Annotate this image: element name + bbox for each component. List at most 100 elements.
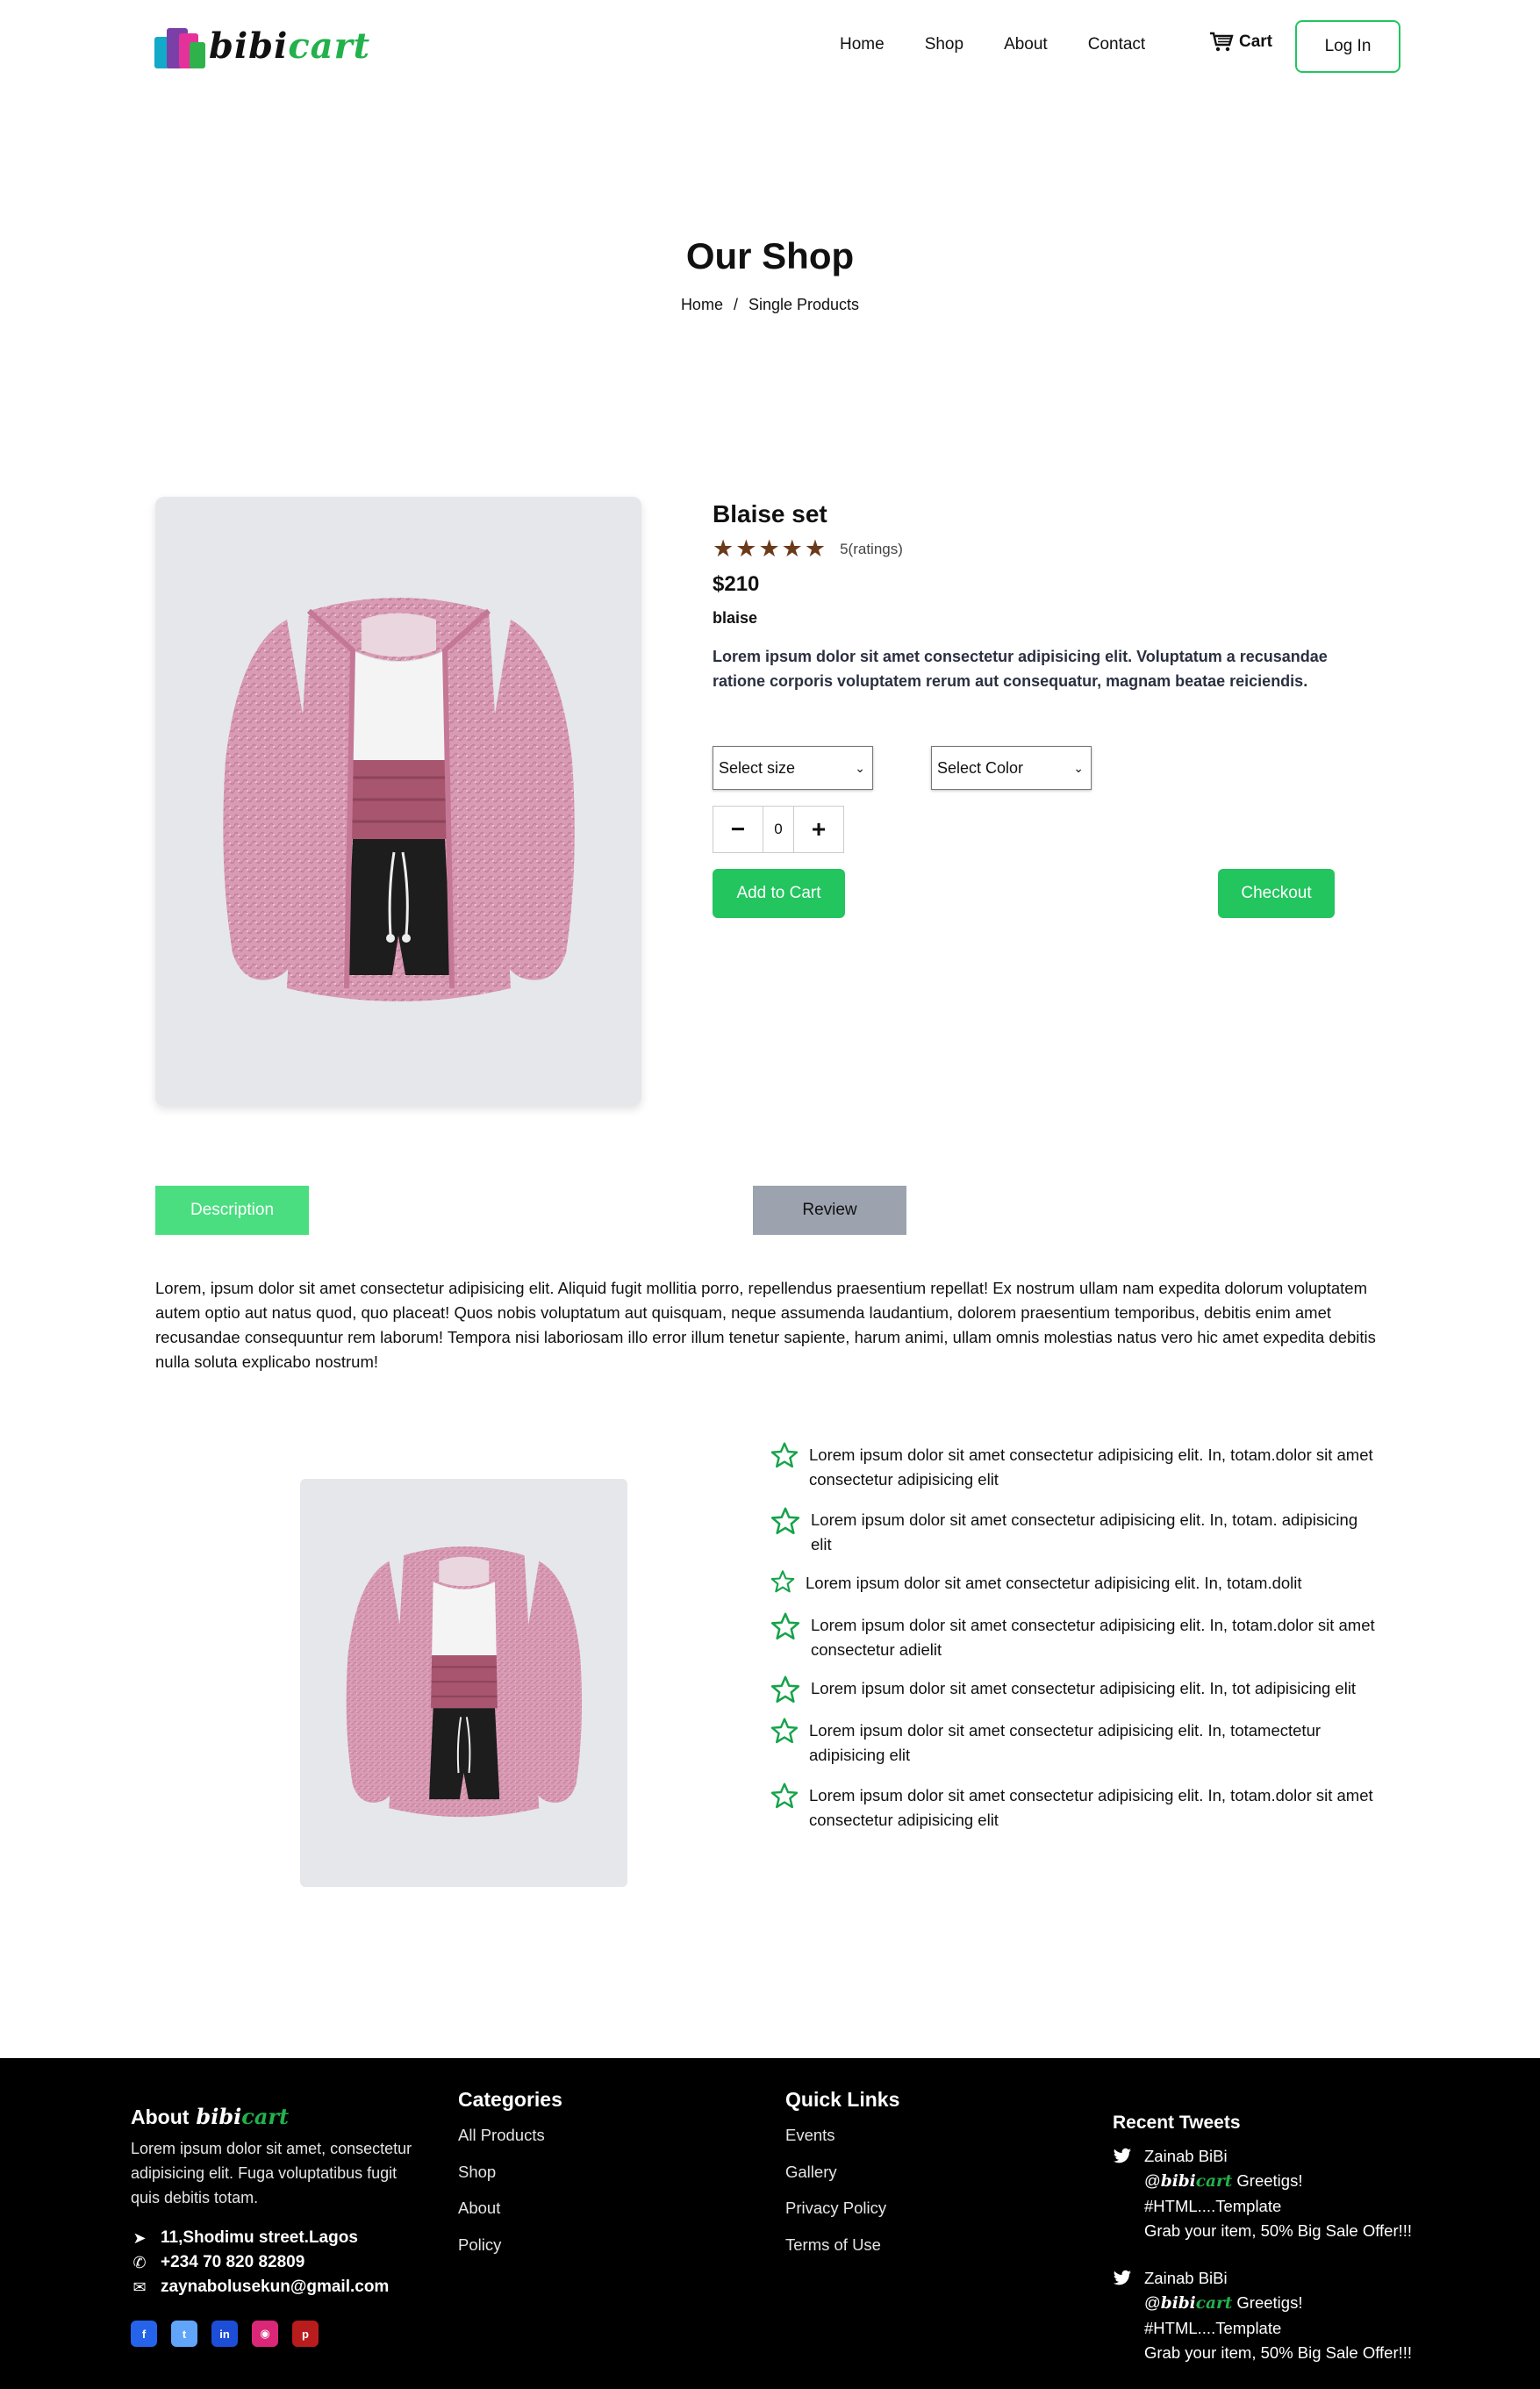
checkout-button[interactable]: Checkout bbox=[1218, 869, 1335, 918]
nav-link-contact[interactable]: Contact bbox=[1088, 35, 1145, 54]
size-select[interactable]: Select size ⌄ bbox=[713, 746, 873, 790]
nav-link-shop[interactable]: Shop bbox=[925, 35, 963, 54]
product-description: Lorem ipsum dolor sit amet consectetur a… bbox=[713, 648, 1328, 690]
product-price: $210 bbox=[713, 572, 760, 596]
star-outline-icon bbox=[770, 1570, 795, 1593]
star-outline-icon bbox=[770, 1612, 800, 1640]
quantity-value[interactable]: 0 bbox=[763, 807, 794, 852]
tweet-item: Zainab BiBi @bibicart Greetigs! #HTML...… bbox=[1113, 2144, 1412, 2243]
list-item: Lorem ipsum dolor sit amet consectetur a… bbox=[770, 1507, 1381, 1557]
star-outline-icon bbox=[770, 1718, 799, 1744]
footer-quick-links: Quick Links Events Gallery Privacy Polic… bbox=[785, 2088, 899, 2271]
tab-description[interactable]: Description bbox=[155, 1186, 309, 1235]
footer-about-text: Lorem ipsum dolor sit amet, consectetur … bbox=[131, 2140, 412, 2206]
color-select[interactable]: Select Color ⌄ bbox=[931, 746, 1092, 790]
nav-link-about[interactable]: About bbox=[1004, 35, 1048, 54]
star-icon: ★ bbox=[713, 535, 734, 562]
linkedin-icon[interactable]: in bbox=[211, 2321, 238, 2347]
list-item: Lorem ipsum dolor sit amet consectetur a… bbox=[770, 1718, 1344, 1768]
color-select-value: Select Color bbox=[937, 758, 1024, 777]
star-icon: ★ bbox=[735, 535, 757, 562]
footer-contact: ➤ 11,Shodimu street.Lagos ✆ +234 70 820 82… bbox=[131, 2226, 429, 2299]
instagram-icon[interactable]: ◉ bbox=[252, 2321, 278, 2347]
chevron-down-icon: ⌄ bbox=[855, 760, 865, 775]
footer-recent-tweets: Recent Tweets Zainab BiBi @bibicart Gree… bbox=[1113, 2113, 1412, 2365]
star-icon: ★ bbox=[758, 535, 780, 562]
star-outline-icon bbox=[770, 1783, 799, 1809]
address-row: ➤ 11,Shodimu street.Lagos bbox=[131, 2226, 429, 2250]
envelope-icon: ✉ bbox=[133, 2278, 147, 2296]
minus-icon: − bbox=[730, 815, 746, 843]
footer-link-about[interactable]: About bbox=[458, 2199, 562, 2235]
cardigan-outfit-image bbox=[223, 598, 575, 1001]
cart-link[interactable]: Cart bbox=[1209, 32, 1272, 53]
login-button[interactable]: Log In bbox=[1295, 20, 1400, 73]
location-arrow-icon: ➤ bbox=[133, 2228, 147, 2247]
footer-categories: Categories All Products Shop About Polic… bbox=[458, 2088, 562, 2271]
recent-tweets-heading: Recent Tweets bbox=[1113, 2113, 1241, 2133]
feature-text: Lorem ipsum dolor sit amet consectetur a… bbox=[811, 1616, 1375, 1659]
list-item: Lorem ipsum dolor sit amet consectetur a… bbox=[770, 1783, 1388, 1833]
tab-review[interactable]: Review bbox=[753, 1186, 906, 1235]
chevron-down-icon: ⌄ bbox=[1073, 760, 1084, 775]
footer-link-privacy-policy[interactable]: Privacy Policy bbox=[785, 2199, 899, 2235]
feature-text: Lorem ipsum dolor sit amet consectetur a… bbox=[809, 1786, 1373, 1829]
footer-link-gallery[interactable]: Gallery bbox=[785, 2163, 899, 2199]
footer-about: About bibicart Lorem ipsum dolor sit ame… bbox=[131, 2104, 429, 2347]
feature-text: Lorem ipsum dolor sit amet consectetur a… bbox=[806, 1574, 1302, 1592]
categories-heading: Categories bbox=[458, 2088, 562, 2111]
feature-text: Lorem ipsum dolor sit amet consectetur a… bbox=[811, 1510, 1358, 1553]
footer-link-events[interactable]: Events bbox=[785, 2126, 899, 2163]
star-icon: ★ bbox=[781, 535, 803, 562]
star-outline-icon bbox=[770, 1675, 800, 1704]
site-logo[interactable]: bibicart bbox=[154, 23, 370, 68]
twitter-bird-icon bbox=[1113, 2148, 1132, 2163]
tweet-text: Zainab BiBi @bibicart Greetigs! #HTML...… bbox=[1144, 2269, 1413, 2362]
facebook-icon[interactable]: f bbox=[131, 2321, 157, 2347]
main-menu: Home Shop About Contact bbox=[840, 35, 1185, 54]
feature-text: Lorem ipsum dolor sit amet consectetur a… bbox=[809, 1721, 1322, 1764]
feature-image bbox=[300, 1479, 627, 1887]
long-description: Lorem, ipsum dolor sit amet consectetur … bbox=[155, 1279, 1376, 1371]
list-item: Lorem ipsum dolor sit amet consectetur a… bbox=[770, 1612, 1381, 1662]
feature-text: Lorem ipsum dolor sit amet consectetur a… bbox=[811, 1679, 1357, 1697]
tweet-text: Zainab BiBi @bibicart Greetigs! #HTML...… bbox=[1144, 2147, 1413, 2240]
pinterest-icon[interactable]: p bbox=[292, 2321, 319, 2347]
footer-link-shop[interactable]: Shop bbox=[458, 2163, 562, 2199]
phone-row: ✆ +234 70 820 82809 bbox=[131, 2250, 429, 2275]
star-icon: ★ bbox=[804, 535, 827, 562]
size-select-value: Select size bbox=[719, 758, 796, 777]
breadcrumb-home[interactable]: Home bbox=[681, 296, 723, 313]
email-row[interactable]: ✉ zaynabolusekun@gmail.com bbox=[131, 2275, 429, 2299]
footer-about-heading: About bibicart bbox=[131, 2104, 290, 2129]
social-links: f t in ◉ p bbox=[131, 2321, 429, 2347]
star-outline-icon bbox=[770, 1442, 799, 1468]
add-to-cart-button[interactable]: Add to Cart bbox=[713, 869, 845, 918]
quantity-stepper: − 0 + bbox=[713, 806, 844, 853]
phone-icon: ✆ bbox=[133, 2253, 147, 2271]
list-item: Lorem ipsum dolor sit amet consectetur a… bbox=[770, 1675, 1381, 1704]
footer-logo: bibicart bbox=[196, 2104, 290, 2129]
twitter-icon[interactable]: t bbox=[171, 2321, 197, 2347]
footer-link-policy[interactable]: Policy bbox=[458, 2235, 562, 2272]
cart-icon bbox=[1210, 32, 1234, 52]
tweet-item: Zainab BiBi @bibicart Greetigs! #HTML...… bbox=[1113, 2266, 1412, 2365]
page-title: Our Shop bbox=[685, 235, 855, 276]
product-brand: blaise bbox=[713, 609, 758, 627]
footer-link-all-products[interactable]: All Products bbox=[458, 2126, 562, 2163]
top-navbar: bibicart Home Shop About Contact Cart Lo… bbox=[0, 0, 1540, 92]
shopping-bags-icon bbox=[154, 23, 207, 68]
feature-text: Lorem ipsum dolor sit amet consectetur a… bbox=[809, 1446, 1373, 1489]
breadcrumb-current: Single Products bbox=[748, 296, 860, 313]
breadcrumb: Home / Single Products bbox=[0, 296, 1540, 314]
breadcrumb-separator: / bbox=[733, 296, 738, 313]
footer-link-terms[interactable]: Terms of Use bbox=[785, 2235, 899, 2272]
list-item: Lorem ipsum dolor sit amet consectetur a… bbox=[770, 1442, 1388, 1492]
product-title: Blaise set bbox=[713, 500, 827, 527]
minus-button[interactable]: − bbox=[713, 807, 763, 852]
ratings-count: 5(ratings) bbox=[840, 540, 903, 557]
plus-button[interactable]: + bbox=[794, 807, 843, 852]
nav-link-home[interactable]: Home bbox=[840, 35, 885, 54]
product-image bbox=[155, 497, 641, 1106]
star-outline-icon bbox=[770, 1507, 800, 1535]
